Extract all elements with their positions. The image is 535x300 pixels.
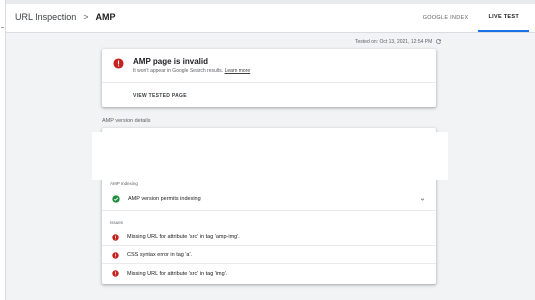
card-divider [102, 82, 436, 83]
error-icon [112, 233, 119, 241]
breadcrumb: URL Inspection > AMP [15, 12, 115, 22]
left-edge-strip [0, 0, 6, 300]
amp-indexing-label: AMP Indexing [110, 181, 138, 186]
breadcrumb-current: AMP [95, 12, 116, 22]
check-circle-icon [112, 194, 120, 203]
tab-google-index[interactable]: GOOGLE INDEX [413, 4, 479, 32]
learn-more-link[interactable]: Learn more [225, 68, 251, 74]
section-divider [102, 210, 436, 211]
tested-text: Tested on: Oct 13, 2021, 12:54 PM [355, 38, 433, 45]
status-subtitle: It won't appear in Google Search results… [133, 68, 250, 74]
redacted-area [92, 132, 448, 180]
amp-status-card: AMP page is invalid It won't appear in G… [102, 49, 436, 107]
error-icon [112, 270, 119, 277]
status-title: AMP page is invalid [133, 57, 208, 66]
tab-live-test[interactable]: LIVE TEST [478, 4, 529, 32]
test-tabs: GOOGLE INDEX LIVE TEST [413, 4, 529, 32]
status-subtitle-text: It won't appear in Google Search results… [133, 68, 224, 74]
amp-indexing-row[interactable]: AMP version permits indexing [102, 190, 436, 207]
top-app-bar: URL Inspection > AMP GOOGLE INDEX LIVE T… [6, 0, 535, 33]
breadcrumb-separator: > [83, 12, 89, 22]
breadcrumb-root[interactable]: URL Inspection [15, 12, 76, 22]
amp-details-heading: AMP version details [102, 118, 151, 124]
issues-label: Issues [110, 220, 124, 225]
issue-text: Missing URL for attribute 'src' in tag '… [127, 234, 240, 240]
view-tested-page-button[interactable]: VIEW TESTED PAGE [133, 93, 187, 99]
tested-timestamp: Tested on: Oct 13, 2021, 12:54 PM [355, 38, 442, 45]
issue-row[interactable]: CSS syntax error in tag 'a'. [102, 247, 436, 264]
issue-text: Missing URL for attribute 'src' in tag '… [127, 270, 228, 277]
issue-row[interactable]: Missing URL for attribute 'src' in tag '… [102, 265, 436, 282]
issue-text: CSS syntax error in tag 'a'. [127, 252, 193, 258]
error-icon [113, 58, 124, 69]
amp-details-card: AMP Indexing AMP version permits indexin… [92, 128, 448, 284]
amp-indexing-status: AMP version permits indexing [128, 195, 201, 202]
chevron-down-icon[interactable] [419, 196, 426, 203]
error-icon [112, 251, 119, 259]
refresh-icon[interactable] [435, 38, 442, 45]
issue-row[interactable]: Missing URL for attribute 'src' in tag '… [102, 229, 436, 246]
